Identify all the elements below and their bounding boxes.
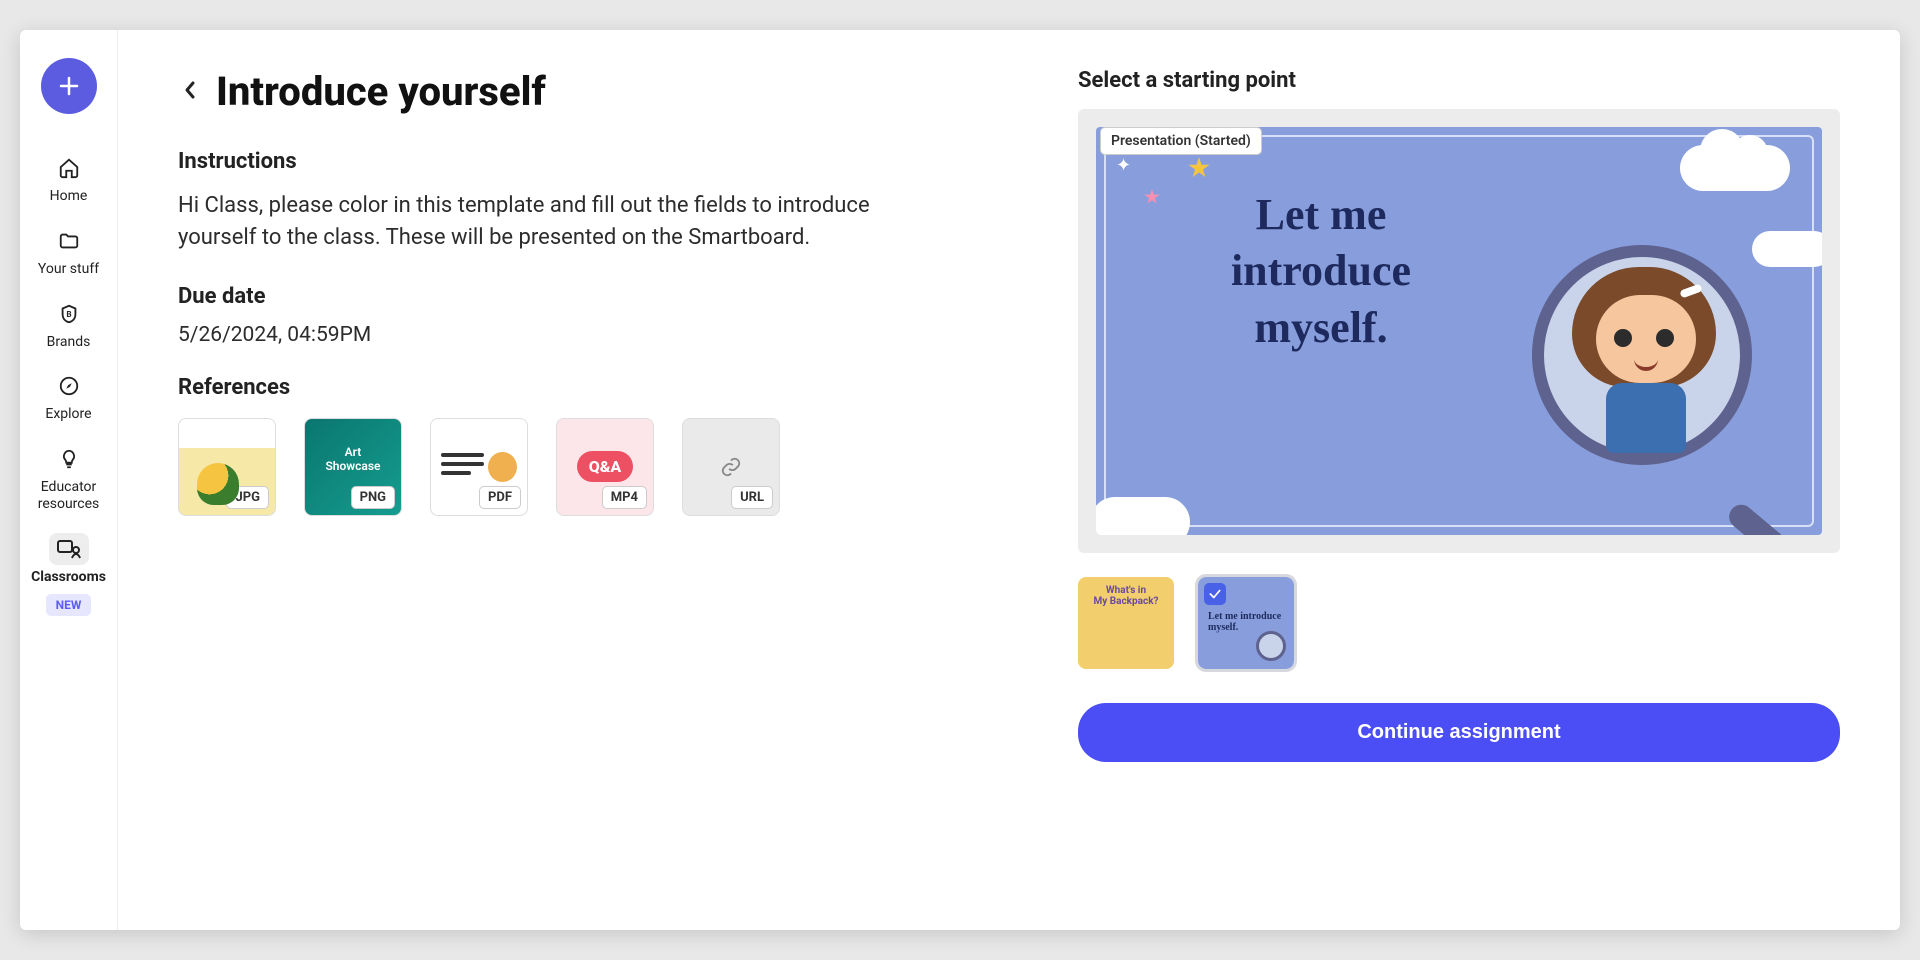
- compass-icon: [58, 375, 80, 397]
- star-icon: ✦: [1116, 155, 1132, 171]
- template-thumb-backpack[interactable]: [1078, 577, 1174, 669]
- sidebar-item-explore[interactable]: Explore: [24, 360, 114, 429]
- classroom-icon: [56, 538, 82, 560]
- sidebar-item-label: Classrooms: [31, 569, 106, 586]
- girl-illustration: [1562, 267, 1726, 467]
- slide-text: Let me introduce myself.: [1166, 187, 1476, 356]
- bulb-icon: [58, 448, 80, 470]
- sidebar-item-educator[interactable]: Educator resources: [24, 433, 114, 519]
- due-date-value: 5/26/2024, 04:59PM: [178, 323, 998, 347]
- sidebar: Home Your stuff B Brands Explore Educato…: [20, 30, 118, 930]
- main-content: Introduce yourself Instructions Hi Class…: [118, 30, 1900, 930]
- chevron-left-icon: [182, 78, 198, 102]
- reference-pdf[interactable]: PDF: [430, 418, 528, 516]
- template-thumbnails: Let me introduce myself.: [1078, 577, 1840, 669]
- page-title: Introduce yourself: [216, 68, 546, 115]
- reference-type-badge: PDF: [479, 486, 521, 509]
- slide-preview: ✦ Let me introduce myself.: [1096, 127, 1822, 535]
- reference-url[interactable]: URL: [682, 418, 780, 516]
- references-row: JPG PNG PDF Q&AMP4 URL: [178, 418, 998, 516]
- magnifier-illustration: [1532, 245, 1792, 505]
- sidebar-item-yourstuff[interactable]: Your stuff: [24, 215, 114, 284]
- folder-icon: [58, 230, 80, 252]
- home-icon: [58, 157, 80, 179]
- brand-icon: B: [58, 303, 80, 325]
- references-heading: References: [178, 375, 998, 400]
- template-thumb-introduce[interactable]: Let me introduce myself.: [1198, 577, 1294, 669]
- reference-type-badge: URL: [731, 486, 773, 509]
- selected-check-icon: [1204, 583, 1226, 605]
- sidebar-item-classrooms[interactable]: Classrooms NEW: [24, 523, 114, 622]
- cloud-icon: [1096, 497, 1190, 535]
- sidebar-item-label: Brands: [47, 334, 91, 351]
- reference-type-badge: PNG: [351, 486, 395, 509]
- plus-icon: [57, 74, 81, 98]
- sidebar-item-brands[interactable]: B Brands: [24, 288, 114, 357]
- svg-text:B: B: [66, 309, 71, 319]
- new-badge: NEW: [46, 594, 92, 616]
- instructions-text: Hi Class, please color in this template …: [178, 190, 918, 254]
- template-preview[interactable]: Presentation (Started) ✦ Let me introduc…: [1078, 109, 1840, 553]
- continue-assignment-button[interactable]: Continue assignment: [1078, 703, 1840, 762]
- template-status-chip: Presentation (Started): [1100, 127, 1262, 155]
- sidebar-item-home[interactable]: Home: [24, 142, 114, 211]
- select-starting-point-heading: Select a starting point: [1078, 68, 1840, 93]
- thumb-text: Let me introduce myself.: [1208, 611, 1294, 633]
- sidebar-item-label: Educator resources: [24, 479, 114, 513]
- reference-png[interactable]: PNG: [304, 418, 402, 516]
- cloud-icon: [1680, 145, 1790, 191]
- sidebar-item-label: Explore: [45, 406, 91, 423]
- instructions-heading: Instructions: [178, 149, 998, 174]
- sidebar-item-label: Your stuff: [38, 261, 99, 278]
- reference-type-badge: MP4: [602, 486, 647, 509]
- link-icon: [720, 456, 742, 478]
- create-button[interactable]: [41, 58, 97, 114]
- reference-jpg[interactable]: JPG: [178, 418, 276, 516]
- due-date-heading: Due date: [178, 284, 998, 309]
- sidebar-item-label: Home: [50, 188, 88, 205]
- reference-mp4[interactable]: Q&AMP4: [556, 418, 654, 516]
- back-button[interactable]: [178, 74, 202, 110]
- reference-type-badge: JPG: [226, 486, 269, 509]
